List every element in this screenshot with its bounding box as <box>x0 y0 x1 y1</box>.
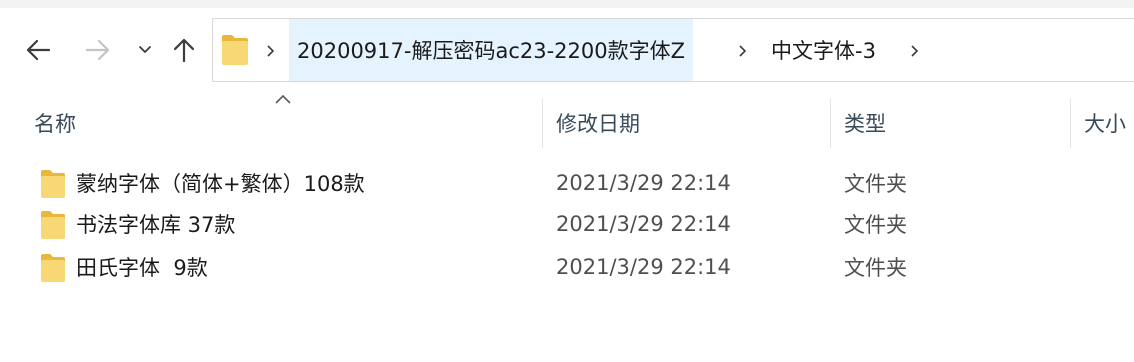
column-divider[interactable] <box>1070 98 1071 148</box>
file-name: 蒙纳字体（简体+繁体）108款 <box>76 172 365 196</box>
sort-ascending-icon <box>274 90 292 109</box>
column-header-size[interactable]: 大小 <box>1084 98 1126 148</box>
breadcrumb-item[interactable]: 20200917-解压密码ac23-2200款字体Z <box>289 19 694 81</box>
up-button[interactable] <box>166 32 202 68</box>
breadcrumb-item[interactable]: 中文字体-3 <box>771 19 876 81</box>
file-type: 文件夹 <box>844 172 907 196</box>
arrow-right-icon <box>85 39 110 61</box>
file-date: 2021/3/29 22:14 <box>556 171 731 195</box>
folder-icon <box>40 210 66 244</box>
column-header-name[interactable]: 名称 <box>34 98 76 148</box>
file-row[interactable]: 田氏字体 9款 2021/3/29 22:14 文件夹 <box>28 247 1134 287</box>
column-header-type[interactable]: 类型 <box>844 98 886 148</box>
back-button[interactable] <box>20 32 56 68</box>
folder-icon <box>40 253 66 287</box>
file-row[interactable]: 蒙纳字体（简体+繁体）108款 2021/3/29 22:14 文件夹 <box>28 163 1134 203</box>
folder-icon <box>40 169 66 203</box>
recent-locations-button[interactable] <box>128 32 162 68</box>
column-divider[interactable] <box>542 98 543 148</box>
chevron-down-icon <box>139 46 151 53</box>
file-name: 田氏字体 9款 <box>76 256 208 280</box>
file-date: 2021/3/29 22:14 <box>556 212 731 236</box>
breadcrumb-separator-icon[interactable] <box>260 39 280 63</box>
breadcrumb-separator-icon[interactable] <box>904 39 924 63</box>
folder-icon <box>220 33 250 71</box>
window-top-edge <box>0 0 1134 8</box>
file-type: 文件夹 <box>844 213 907 237</box>
file-type: 文件夹 <box>844 256 907 280</box>
breadcrumb-separator-icon[interactable] <box>732 39 752 63</box>
arrow-up-icon <box>173 38 195 63</box>
arrow-left-icon <box>26 39 51 61</box>
file-row[interactable]: 书法字体库 37款 2021/3/29 22:14 文件夹 <box>28 204 1134 244</box>
forward-button[interactable] <box>80 32 116 68</box>
column-divider[interactable] <box>830 98 831 148</box>
file-date: 2021/3/29 22:14 <box>556 255 731 279</box>
column-header-date[interactable]: 修改日期 <box>556 98 640 148</box>
file-name: 书法字体库 37款 <box>76 213 236 237</box>
address-bar[interactable]: 20200917-解压密码ac23-2200款字体Z 中文字体-3 <box>212 18 1134 82</box>
